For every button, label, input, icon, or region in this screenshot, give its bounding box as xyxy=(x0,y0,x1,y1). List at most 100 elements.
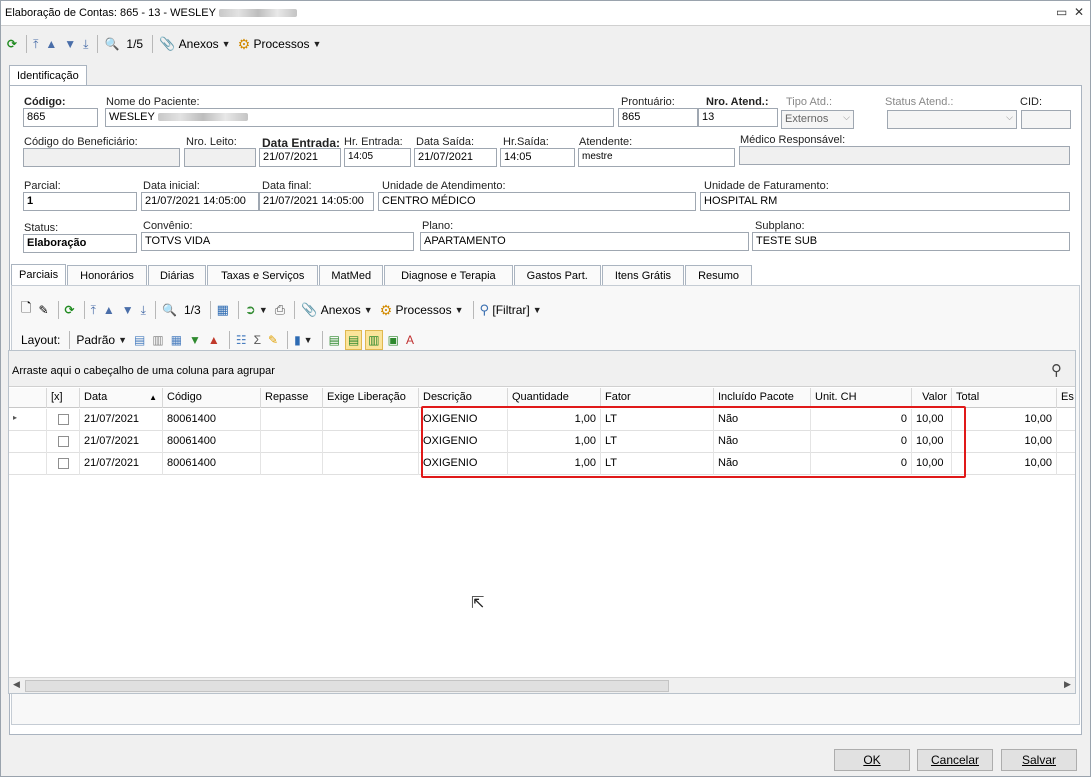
filtrar-button[interactable]: ⚲ [Filtrar] ▼ xyxy=(478,300,544,320)
cod-benef-field[interactable] xyxy=(23,148,180,167)
col-x[interactable]: [x] xyxy=(47,388,80,408)
last-record-icon[interactable]: ⤓ xyxy=(139,300,148,320)
edit-icon[interactable]: ✎ xyxy=(36,300,50,320)
tab-diarias[interactable]: Diárias xyxy=(147,265,207,285)
search-icon[interactable]: ⚲ xyxy=(1051,361,1062,379)
text-format-icon[interactable]: A xyxy=(404,330,416,350)
col-repasse[interactable]: Repasse xyxy=(261,388,323,408)
nome-field[interactable]: WESLEY xyxy=(105,108,614,127)
tab-matmed[interactable]: MatMed xyxy=(319,265,384,285)
layout-import-icon[interactable]: ▼ xyxy=(187,330,203,350)
save-button[interactable]: Salvar xyxy=(1001,749,1077,771)
chart-icon[interactable]: ▮ ▼ xyxy=(292,330,315,350)
processos-button[interactable]: ⚙ Processos ▼ xyxy=(378,300,466,320)
print-icon[interactable]: ⎙ xyxy=(273,300,287,320)
col-descricao[interactable]: Descrição xyxy=(419,388,508,408)
cid-field[interactable] xyxy=(1021,110,1071,129)
columns-icon[interactable]: ☷ xyxy=(234,330,249,350)
row-checkbox[interactable] xyxy=(47,431,80,453)
layout-grid-icon[interactable]: ▦ xyxy=(169,330,184,350)
table-row[interactable]: ▸ 21/07/2021 80061400 OXIGENIO 1,00 LT N… xyxy=(9,409,1075,431)
restore-icon[interactable]: ▭ xyxy=(1056,5,1067,19)
tab-gastos-part[interactable]: Gastos Part. xyxy=(513,265,601,285)
tab-honorarios[interactable]: Honorários xyxy=(67,265,147,285)
row-checkbox[interactable] xyxy=(47,453,80,475)
col-fator[interactable]: Fator xyxy=(601,388,714,408)
export-icon[interactable]: ➲ ▼ xyxy=(243,300,270,320)
cancel-button[interactable]: Cancelar xyxy=(917,749,993,771)
codigo-field[interactable]: 865 xyxy=(23,108,98,127)
tab-parciais[interactable]: Parciais xyxy=(11,264,67,285)
subplano-field[interactable]: TESTE SUB xyxy=(752,232,1070,251)
anexos-button[interactable]: 📎 Anexos ▼ xyxy=(299,300,374,320)
data-final-field[interactable]: 21/07/2021 14:05:00 xyxy=(259,192,374,211)
nro-leito-field[interactable] xyxy=(184,148,256,167)
scroll-right-icon[interactable]: ▶ xyxy=(1064,679,1071,690)
unid-atend-field[interactable]: CENTRO MÉDICO xyxy=(378,192,696,211)
first-record-icon[interactable]: ⤒ xyxy=(89,300,98,320)
scrollbar-thumb[interactable] xyxy=(25,680,669,692)
col-valor[interactable]: Valor xyxy=(912,388,952,408)
convenio-field[interactable]: TOTVS VIDA xyxy=(141,232,414,251)
atendente-field[interactable]: mestre xyxy=(578,148,735,167)
close-icon[interactable]: ✕ xyxy=(1074,5,1084,19)
col-es[interactable]: Es xyxy=(1057,388,1075,408)
tab-diagnose-terapia[interactable]: Diagnose e Terapia xyxy=(384,265,513,285)
group-by-area[interactable]: Arraste aqui o cabeçalho de uma coluna p… xyxy=(9,351,1075,387)
col-incluido-pacote[interactable]: Incluído Pacote xyxy=(714,388,811,408)
ok-button[interactable]: OK xyxy=(834,749,910,771)
view-green-icon[interactable]: ▣ xyxy=(386,330,401,350)
view-card-icon[interactable]: ▥ xyxy=(365,330,383,350)
col-data[interactable]: Data ▲ xyxy=(80,388,163,408)
hr-entrada-field[interactable]: 14:05 xyxy=(344,148,411,167)
view-list-icon[interactable]: ▤ xyxy=(327,330,342,350)
new-document-icon[interactable]: 🗋 xyxy=(19,300,33,320)
col-exige-liberacao[interactable]: Exige Liberação xyxy=(323,388,419,408)
horizontal-scrollbar[interactable]: ◀ ▶ xyxy=(9,677,1075,693)
find-binoculars-icon[interactable]: 🔍 xyxy=(102,34,121,54)
processos-button[interactable]: ⚙ Processos ▼ xyxy=(236,34,324,54)
plano-field[interactable]: APARTAMENTO xyxy=(420,232,749,251)
first-record-icon[interactable]: ⤒ xyxy=(31,34,40,54)
grid-icon[interactable]: ▦ xyxy=(215,300,231,320)
tab-resumo[interactable]: Resumo xyxy=(685,265,753,285)
next-record-icon[interactable]: ▼ xyxy=(62,34,78,54)
col-unit-ch[interactable]: Unit. CH xyxy=(811,388,912,408)
previous-record-icon[interactable]: ▲ xyxy=(43,34,59,54)
previous-record-icon[interactable]: ▲ xyxy=(101,300,117,320)
layout-delete-icon[interactable]: ▥ xyxy=(150,330,165,350)
parcial-field[interactable]: 1 xyxy=(23,192,137,211)
col-codigo[interactable]: Código xyxy=(163,388,261,408)
find-binoculars-icon[interactable]: 🔍 xyxy=(160,300,179,320)
last-record-icon[interactable]: ⤓ xyxy=(81,34,90,54)
hr-saida-field[interactable]: 14:05 xyxy=(500,148,575,167)
view-detail-icon[interactable]: ▤ xyxy=(344,330,363,350)
row-checkbox[interactable] xyxy=(47,409,80,431)
layout-export-icon[interactable]: ▲ xyxy=(206,330,222,350)
tab-taxas-servicos[interactable]: Taxas e Serviços xyxy=(207,265,319,285)
sum-icon[interactable]: Σ xyxy=(252,330,263,350)
unid-fat-field[interactable]: HOSPITAL RM xyxy=(700,192,1070,211)
next-record-icon[interactable]: ▼ xyxy=(120,300,136,320)
refresh-icon[interactable]: ⟳ xyxy=(5,34,19,54)
col-total[interactable]: Total xyxy=(952,388,1057,408)
status-atend-select[interactable]: ⌵ xyxy=(887,110,1017,129)
col-quantidade[interactable]: Quantidade xyxy=(508,388,601,408)
data-inicial-field[interactable]: 21/07/2021 14:05:00 xyxy=(141,192,259,211)
table-row[interactable]: 21/07/2021 80061400 OXIGENIO 1,00 LT Não… xyxy=(9,453,1075,475)
highlight-icon[interactable]: ✎ xyxy=(266,330,280,350)
padrao-dropdown[interactable]: Padrão ▼ xyxy=(74,330,129,350)
status-field[interactable]: Elaboração xyxy=(23,234,137,253)
prontuario-field[interactable]: 865 xyxy=(618,108,698,127)
scroll-left-icon[interactable]: ◀ xyxy=(13,679,20,690)
anexos-button[interactable]: 📎 Anexos ▼ xyxy=(157,34,232,54)
tab-identificacao[interactable]: Identificação xyxy=(9,65,87,86)
data-entrada-field[interactable]: 21/07/2021 xyxy=(259,148,341,167)
tab-itens-gratis[interactable]: Itens Grátis xyxy=(601,265,685,285)
layout-save-icon[interactable]: ▤ xyxy=(132,330,147,350)
medico-field[interactable] xyxy=(739,146,1070,165)
tipo-atd-select[interactable]: Externos ⌵ xyxy=(781,110,854,129)
nro-atend-field[interactable]: 13 xyxy=(698,108,778,127)
table-row[interactable]: 21/07/2021 80061400 OXIGENIO 1,00 LT Não… xyxy=(9,431,1075,453)
refresh-icon[interactable]: ⟳ xyxy=(63,300,77,320)
